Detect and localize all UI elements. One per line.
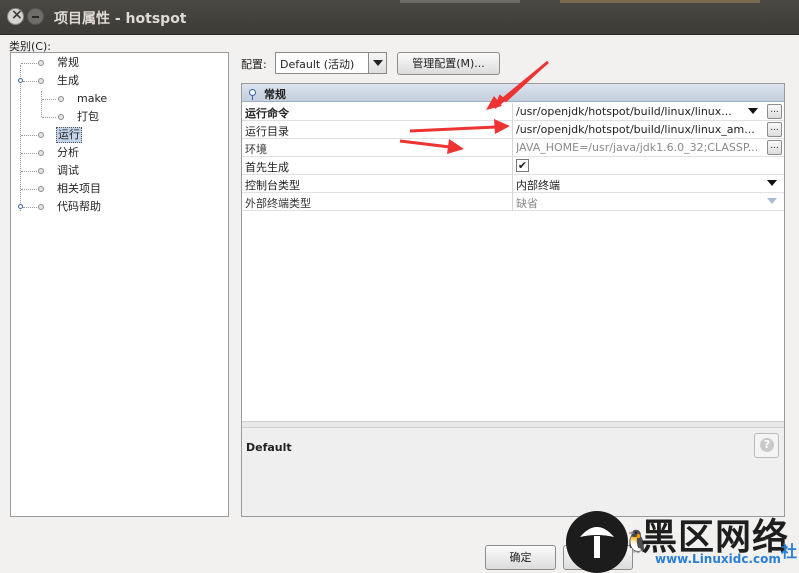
browse-button[interactable]: ...	[767, 140, 782, 155]
chevron-down-icon[interactable]	[748, 108, 758, 114]
tree-item-build[interactable]: 生成	[57, 74, 79, 88]
tree-connector	[42, 117, 56, 118]
property-section-title: 常规	[264, 88, 286, 101]
property-row-terminal-type[interactable]: 外部终端类型 缺省	[242, 193, 784, 211]
bullet-icon	[58, 114, 64, 120]
title-decoration	[560, 0, 760, 3]
window-title: 项目属性 - hotspot	[54, 11, 187, 27]
tree-connector	[21, 153, 37, 154]
tree-connector	[21, 135, 37, 136]
collapse-toggle-icon[interactable]	[249, 89, 256, 100]
tree-connector	[21, 63, 37, 64]
chevron-down-icon[interactable]	[767, 198, 777, 204]
property-row-run-directory[interactable]: 运行目录 /usr/openjdk/hotspot/build/linux/li…	[242, 121, 784, 139]
column-divider	[512, 193, 513, 211]
run-directory-value[interactable]: /usr/openjdk/hotspot/build/linux/linux_a…	[516, 123, 764, 136]
column-divider	[512, 175, 513, 193]
description-panel: Default	[242, 428, 784, 516]
mushroom-logo-icon	[580, 527, 614, 558]
property-row-environment[interactable]: 环境 JAVA_HOME=/usr/java/jdk1.6.0_32;CLASS…	[242, 139, 784, 157]
property-row-run-command[interactable]: 运行命令 /usr/openjdk/hotspot/build/linux/li…	[242, 103, 784, 121]
tree-item-package[interactable]: 打包	[77, 110, 99, 124]
terminal-type-value[interactable]: 缺省	[516, 195, 736, 211]
build-first-checkbox[interactable]: ✔	[516, 159, 529, 172]
tree-item-profile[interactable]: 分析	[57, 146, 79, 160]
property-name: 环境	[245, 143, 267, 156]
help-icon[interactable]	[754, 433, 779, 458]
description-splitter[interactable]	[242, 421, 784, 428]
watermark-url: www.Linuxidc.com	[655, 552, 781, 566]
tree-connector	[23, 81, 37, 82]
tree-item-code-assistance[interactable]: 代码帮助	[57, 200, 101, 214]
bullet-icon	[38, 150, 44, 156]
tree-item-make[interactable]: make	[77, 92, 107, 106]
run-command-value[interactable]: /usr/openjdk/hotspot/build/linux/linux..…	[516, 105, 744, 118]
config-select-value: Default (活动)	[280, 58, 355, 71]
config-label: 配置:	[241, 58, 267, 71]
mushroom-logo-icon	[566, 511, 628, 573]
manage-config-button[interactable]: 管理配置(M)...	[397, 52, 500, 75]
watermark-badge: 社	[780, 542, 797, 561]
categories-tree[interactable]: 常规 生成 make 打包 运行 分析 调试 相关项目 代码帮助	[10, 52, 229, 517]
tree-connector	[23, 207, 37, 208]
property-sheet: 常规 运行命令 /usr/openjdk/hotspot/build/linux…	[241, 83, 785, 517]
tree-connector	[42, 99, 56, 100]
browse-button[interactable]: ...	[767, 122, 782, 137]
bullet-icon	[38, 186, 44, 192]
bullet-icon	[38, 204, 44, 210]
property-name: 运行目录	[245, 125, 289, 138]
property-name: 控制台类型	[245, 179, 300, 192]
chevron-down-icon[interactable]	[767, 180, 777, 186]
tree-item-general[interactable]: 常规	[57, 56, 79, 70]
property-row-console-type[interactable]: 控制台类型 内部终端	[242, 175, 784, 193]
column-divider	[512, 157, 513, 175]
column-divider	[512, 139, 513, 157]
close-window-button[interactable]	[7, 7, 24, 25]
environment-value[interactable]: JAVA_HOME=/usr/java/jdk1.6.0_32;CLASSP..…	[516, 141, 764, 154]
bullet-icon	[38, 60, 44, 66]
property-name: 首先生成	[245, 161, 289, 174]
property-name: 外部终端类型	[245, 197, 311, 210]
column-divider	[512, 121, 513, 139]
browse-button[interactable]: ...	[767, 104, 782, 119]
bullet-icon	[38, 78, 44, 84]
property-name: 运行命令	[245, 107, 289, 120]
config-select[interactable]: Default (活动)	[275, 52, 387, 74]
column-divider	[512, 103, 513, 121]
tree-item-related-projects[interactable]: 相关项目	[57, 182, 101, 196]
property-row-build-first[interactable]: 首先生成 ✔	[242, 157, 784, 175]
title-decoration	[400, 0, 520, 3]
description-title: Default	[246, 441, 292, 454]
chevron-down-icon[interactable]	[368, 53, 386, 73]
bullet-icon	[38, 168, 44, 174]
tree-connector	[21, 189, 37, 190]
ok-button[interactable]: 确定	[485, 545, 556, 570]
tree-item-run[interactable]: 运行	[56, 127, 82, 143]
tree-item-debug[interactable]: 调试	[57, 164, 79, 178]
watermark-logo: 🐧 黑区网络 www.Linuxidc.com 社	[563, 508, 799, 573]
console-type-value[interactable]: 内部终端	[516, 177, 736, 193]
tree-connector	[21, 171, 37, 172]
tree-connector	[41, 91, 42, 117]
property-section-header[interactable]: 常规	[242, 84, 784, 102]
bullet-icon	[58, 96, 64, 102]
title-bar: 项目属性 - hotspot	[0, 0, 799, 35]
bullet-icon	[38, 132, 44, 138]
minimize-window-button[interactable]	[27, 8, 44, 25]
